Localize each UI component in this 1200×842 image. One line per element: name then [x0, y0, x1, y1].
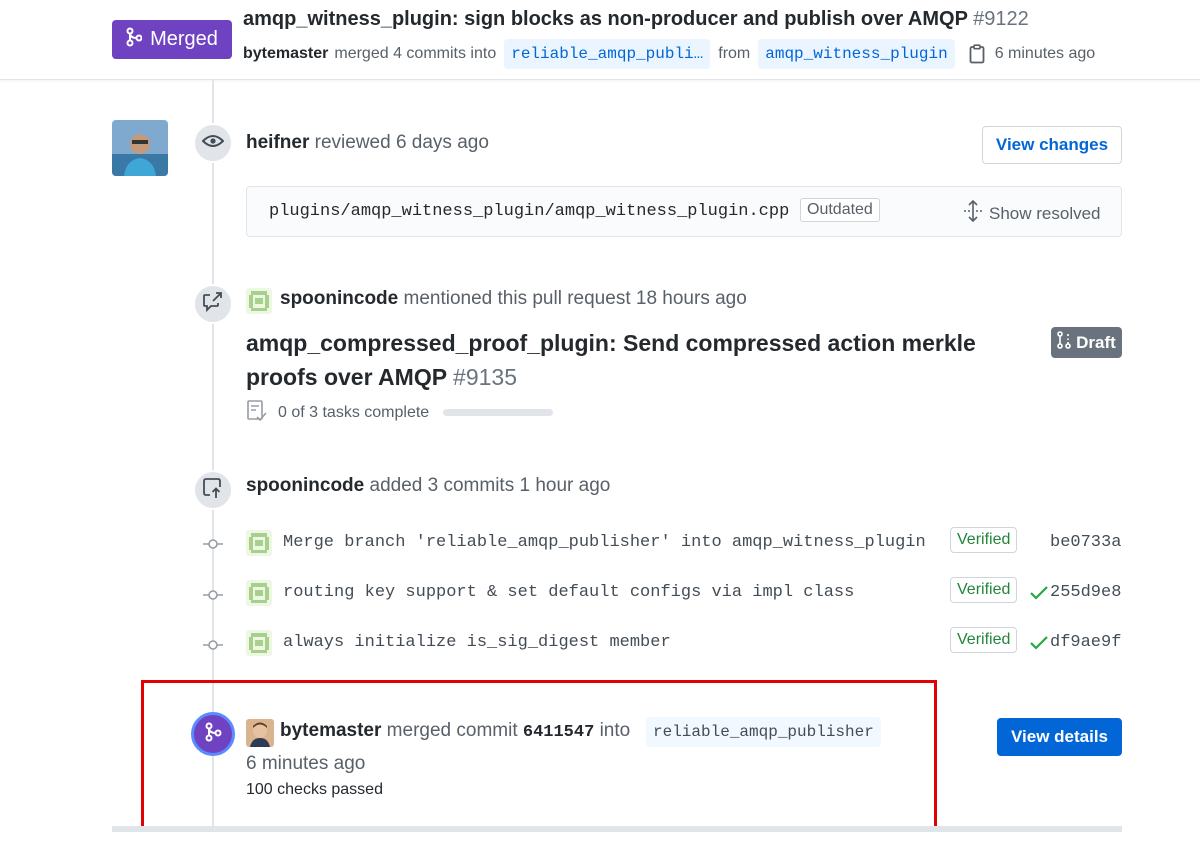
- show-resolved-label: Show resolved: [989, 203, 1101, 223]
- view-changes-button[interactable]: View changes: [982, 126, 1122, 164]
- linked-pr-title[interactable]: amqp_compressed_proof_plugin: Send compr…: [246, 326, 1036, 394]
- avatar[interactable]: [246, 288, 272, 314]
- timeline-end-divider: [112, 826, 1122, 832]
- outdated-label: Outdated: [800, 198, 880, 222]
- head-branch[interactable]: amqp_witness_plugin: [758, 39, 955, 69]
- git-commit-icon: [203, 534, 223, 554]
- eye-icon: [201, 133, 225, 154]
- base-branch[interactable]: reliable_amqp_publi…: [504, 39, 711, 69]
- pr-title-text: amqp_witness_plugin: sign blocks as non-…: [243, 8, 968, 30]
- highlight-box: [141, 680, 937, 830]
- mention-action: mentioned this pull request 18 hours ago: [403, 288, 747, 309]
- avatar[interactable]: [112, 120, 168, 176]
- draft-badge: Draft: [1051, 327, 1122, 358]
- review-file-box: plugins/amqp_witness_plugin/amqp_witness…: [246, 186, 1122, 237]
- check-icon[interactable]: [1030, 585, 1048, 606]
- git-pull-request-draft-icon: [1057, 331, 1071, 354]
- tasks-progress-bar: [443, 409, 554, 416]
- verified-badge[interactable]: Verified: [950, 527, 1018, 553]
- pr-author-link[interactable]: bytemaster: [243, 45, 328, 63]
- commit-sha[interactable]: be0733a: [1050, 533, 1121, 552]
- git-merge-icon: [126, 27, 143, 53]
- avatar[interactable]: [246, 580, 272, 606]
- repo-push-icon-badge: [193, 470, 233, 510]
- tasklist-icon: [246, 398, 268, 427]
- merged-state-badge: Merged: [112, 20, 232, 59]
- commit-sha[interactable]: df9ae9f: [1050, 633, 1121, 652]
- commits-event-text: spoonincode added 3 commits 1 hour ago: [246, 475, 610, 497]
- review-file-path[interactable]: plugins/amqp_witness_plugin/amqp_witness…: [269, 202, 789, 221]
- draft-label: Draft: [1076, 332, 1116, 352]
- clipboard-icon[interactable]: [969, 44, 985, 64]
- commits-action: added 3 commits 1 hour ago: [369, 475, 611, 496]
- verified-badge[interactable]: Verified: [950, 627, 1018, 653]
- view-details-button[interactable]: View details: [997, 718, 1122, 756]
- commit-message[interactable]: routing key support & set default config…: [283, 583, 854, 602]
- pr-title: amqp_witness_plugin: sign blocks as non-…: [243, 8, 1029, 31]
- verified-badge[interactable]: Verified: [950, 577, 1018, 603]
- merged-commits-text: merged 4 commits into: [334, 45, 497, 62]
- commit-message[interactable]: always initialize is_sig_digest member: [283, 633, 671, 652]
- unfold-icon: [963, 199, 983, 227]
- from-text: from: [718, 45, 751, 62]
- linked-pr-number: #9135: [453, 364, 518, 390]
- eye-icon-badge: [193, 123, 233, 163]
- review-event-text: heifner reviewed 6 days ago: [246, 132, 489, 154]
- pr-header: Merged amqp_witness_plugin: sign blocks …: [0, 0, 1200, 80]
- pr-number: #9122: [973, 8, 1029, 30]
- repo-push-icon: [202, 477, 224, 504]
- merged-time: 6 minutes ago: [994, 45, 1096, 62]
- review-action: reviewed 6 days ago: [314, 132, 489, 153]
- tasks-text: 0 of 3 tasks complete: [278, 403, 430, 421]
- commit-message[interactable]: Merge branch 'reliable_amqp_publisher' i…: [283, 533, 926, 552]
- show-resolved-button[interactable]: Show resolved: [963, 199, 1101, 227]
- avatar[interactable]: [246, 630, 272, 656]
- commits-user-link[interactable]: spoonincode: [246, 475, 364, 496]
- git-commit-icon: [203, 585, 223, 605]
- check-icon[interactable]: [1030, 635, 1048, 656]
- mention-event-text: spoonincode mentioned this pull request …: [280, 288, 747, 310]
- commit-sha[interactable]: 255d9e8: [1050, 583, 1121, 602]
- git-commit-icon: [203, 635, 223, 655]
- pr-meta: bytemaster merged 4 commits into reliabl…: [243, 38, 1095, 70]
- cross-reference-icon: [202, 291, 224, 317]
- mention-user-link[interactable]: spoonincode: [280, 288, 398, 309]
- cross-reference-icon-badge: [193, 284, 233, 324]
- merged-state-label: Merged: [150, 28, 218, 50]
- reviewer-link[interactable]: heifner: [246, 132, 309, 153]
- linked-pr-title-text[interactable]: amqp_compressed_proof_plugin: Send compr…: [246, 330, 976, 390]
- avatar[interactable]: [246, 530, 272, 556]
- tasks-status: 0 of 3 tasks complete: [246, 398, 554, 427]
